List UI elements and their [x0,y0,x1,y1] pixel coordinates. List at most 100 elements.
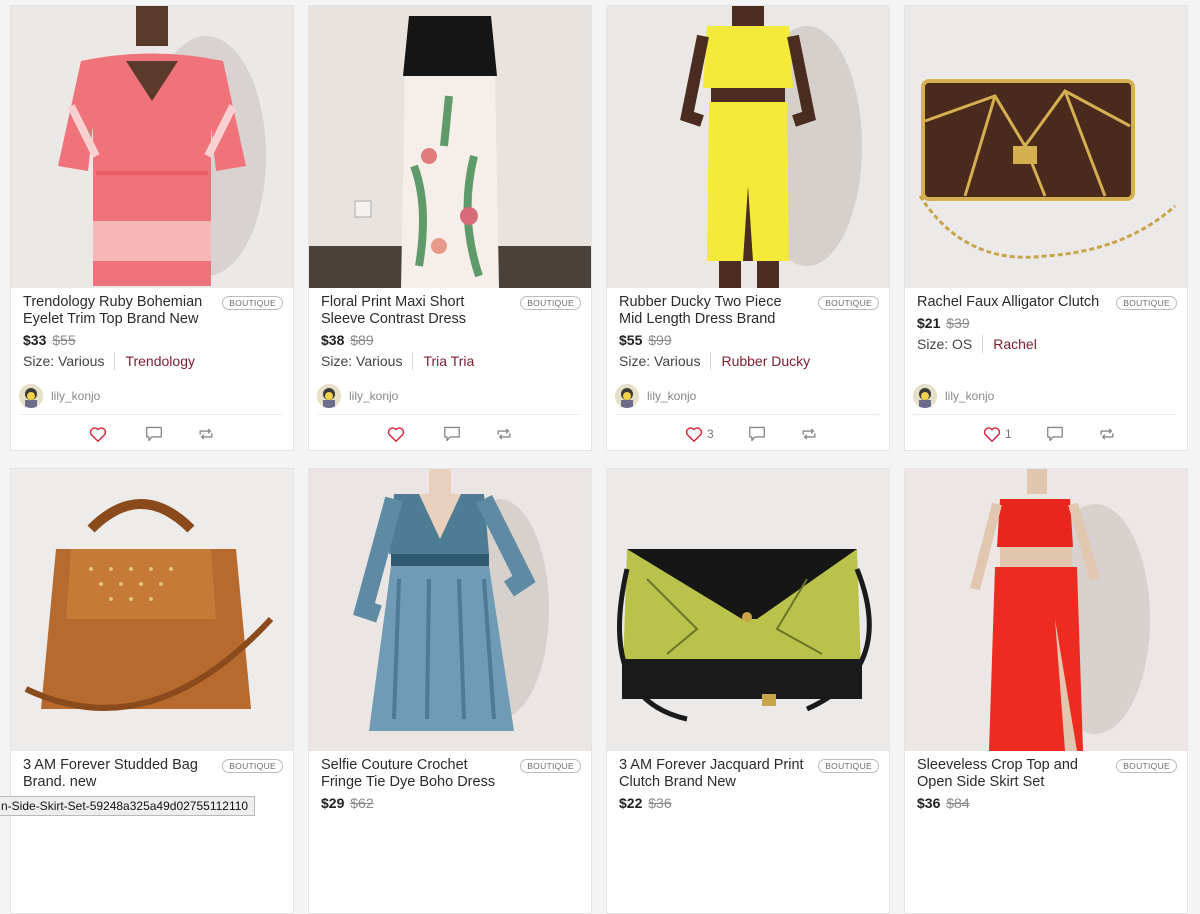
seller-row[interactable]: lily_konjo [615,383,879,409]
brand-link[interactable]: Rubber Ducky [721,353,810,369]
listing-price: $22 $36 [619,795,879,811]
size-label: Size: Various [321,353,403,369]
brand-link[interactable]: Trendology [125,353,195,369]
listing-card[interactable]: Trendology Ruby Bohemian Eyelet Trim Top… [10,5,294,451]
heart-icon [89,427,107,442]
share-icon [802,428,816,440]
comment-button[interactable] [1046,426,1064,442]
comment-icon [1046,426,1063,442]
avatar[interactable] [913,384,937,408]
boutique-badge: BOUTIQUE [1116,759,1177,773]
listing-photo[interactable] [309,469,591,751]
listing-meta: Size: OS Rachel [917,335,1177,353]
current-price: $38 [321,332,345,348]
avatar[interactable] [19,384,43,408]
seller-name[interactable]: lily_konjo [349,389,398,403]
listing-photo[interactable] [905,469,1187,751]
original-price: $39 [946,315,970,331]
share-button[interactable] [495,426,513,442]
listing-title[interactable]: Trendology Ruby Bohemian Eyelet Trim Top… [23,294,208,328]
listing-info: Trendology Ruby Bohemian Eyelet Trim Top… [23,294,283,370]
listing-card[interactable]: Rubber Ducky Two Piece Mid Length Dress … [606,5,890,451]
card-actions: 3 [685,426,852,442]
brand-link[interactable]: Tria Tria [423,353,474,369]
current-price: $33 [23,332,47,348]
listing-card[interactable]: Rachel Faux Alligator Clutch BOUTIQUE $2… [904,5,1188,451]
listing-meta: Size: Various Trendology [23,352,283,370]
listing-photo[interactable] [309,6,591,288]
seller-row[interactable]: lily_konjo [317,383,581,409]
original-price: $36 [648,795,672,811]
comment-icon [748,426,765,442]
seller-row[interactable]: lily_konjo [19,383,283,409]
card-actions [89,426,249,442]
seller-name[interactable]: lily_konjo [51,389,100,403]
original-price: $55 [52,332,76,348]
listing-info: 3 AM Forever Studded Bag Brand. new BOUT… [23,757,283,791]
heart-icon [685,427,703,442]
card-divider [19,414,283,415]
listing-title[interactable]: Rubber Ducky Two Piece Mid Length Dress … [619,294,804,328]
listing-title[interactable]: Floral Print Maxi Short Sleeve Contrast … [321,294,506,328]
comment-button[interactable] [443,426,461,442]
like-button[interactable]: 3 [685,426,714,442]
boutique-badge: BOUTIQUE [1116,296,1177,310]
brand-link[interactable]: Rachel [993,336,1037,352]
listing-info: Rubber Ducky Two Piece Mid Length Dress … [619,294,879,370]
listing-price: $33 $55 [23,332,283,348]
current-price: $55 [619,332,643,348]
avatar[interactable] [317,384,341,408]
listing-card[interactable]: Selfie Couture Crochet Fringe Tie Dye Bo… [308,468,592,914]
listing-info: Sleeveless Crop Top and Open Side Skirt … [917,757,1177,811]
link-hover-status-bar: n-Side-Skirt-Set-59248a325a49d0275511211… [0,796,256,816]
listing-title[interactable]: Sleeveless Crop Top and Open Side Skirt … [917,757,1102,791]
like-button[interactable]: 1 [983,426,1012,442]
heart-icon [387,427,405,442]
avatar[interactable] [615,384,639,408]
size-label: Size: OS [917,336,973,352]
current-price: $29 [321,795,345,811]
comment-button[interactable] [748,426,766,442]
like-button[interactable] [387,426,409,442]
boutique-badge: BOUTIQUE [222,296,283,310]
card-divider [615,414,879,415]
boutique-badge: BOUTIQUE [818,296,879,310]
size-label: Size: Various [619,353,701,369]
original-price: $99 [648,332,672,348]
share-button[interactable] [1098,426,1116,442]
like-button[interactable] [89,426,111,442]
seller-name[interactable]: lily_konjo [647,389,696,403]
listing-card[interactable]: 3 AM Forever Studded Bag Brand. new BOUT… [10,468,294,914]
listing-title[interactable]: Selfie Couture Crochet Fringe Tie Dye Bo… [321,757,506,791]
listing-meta: Size: Various Tria Tria [321,352,581,370]
share-button[interactable] [800,426,818,442]
listing-title[interactable]: 3 AM Forever Jacquard Print Clutch Brand… [619,757,804,791]
original-price: $89 [350,332,374,348]
listing-card[interactable]: Floral Print Maxi Short Sleeve Contrast … [308,5,592,451]
share-icon [497,428,511,440]
current-price: $22 [619,795,643,811]
listing-card[interactable]: 3 AM Forever Jacquard Print Clutch Brand… [606,468,890,914]
seller-row[interactable]: lily_konjo [913,383,1177,409]
card-actions [387,426,547,442]
listing-title[interactable]: 3 AM Forever Studded Bag Brand. new [23,757,208,791]
share-button[interactable] [197,426,215,442]
seller-name[interactable]: lily_konjo [945,389,994,403]
listing-card[interactable]: Sleeveless Crop Top and Open Side Skirt … [904,468,1188,914]
boutique-badge: BOUTIQUE [520,759,581,773]
comment-icon [444,426,460,442]
listing-photo[interactable] [607,469,889,751]
listing-info: Floral Print Maxi Short Sleeve Contrast … [321,294,581,370]
listing-photo[interactable] [905,6,1187,288]
like-count: 3 [707,427,714,441]
comment-button[interactable] [145,426,163,442]
heart-icon [983,427,1001,442]
listing-photo[interactable] [11,469,293,751]
current-price: $21 [917,315,941,331]
listing-photo[interactable] [607,6,889,288]
listing-photo[interactable] [11,6,293,288]
original-price: $62 [350,795,374,811]
meta-divider [412,352,414,370]
boutique-badge: BOUTIQUE [818,759,879,773]
size-label: Size: Various [23,353,105,369]
